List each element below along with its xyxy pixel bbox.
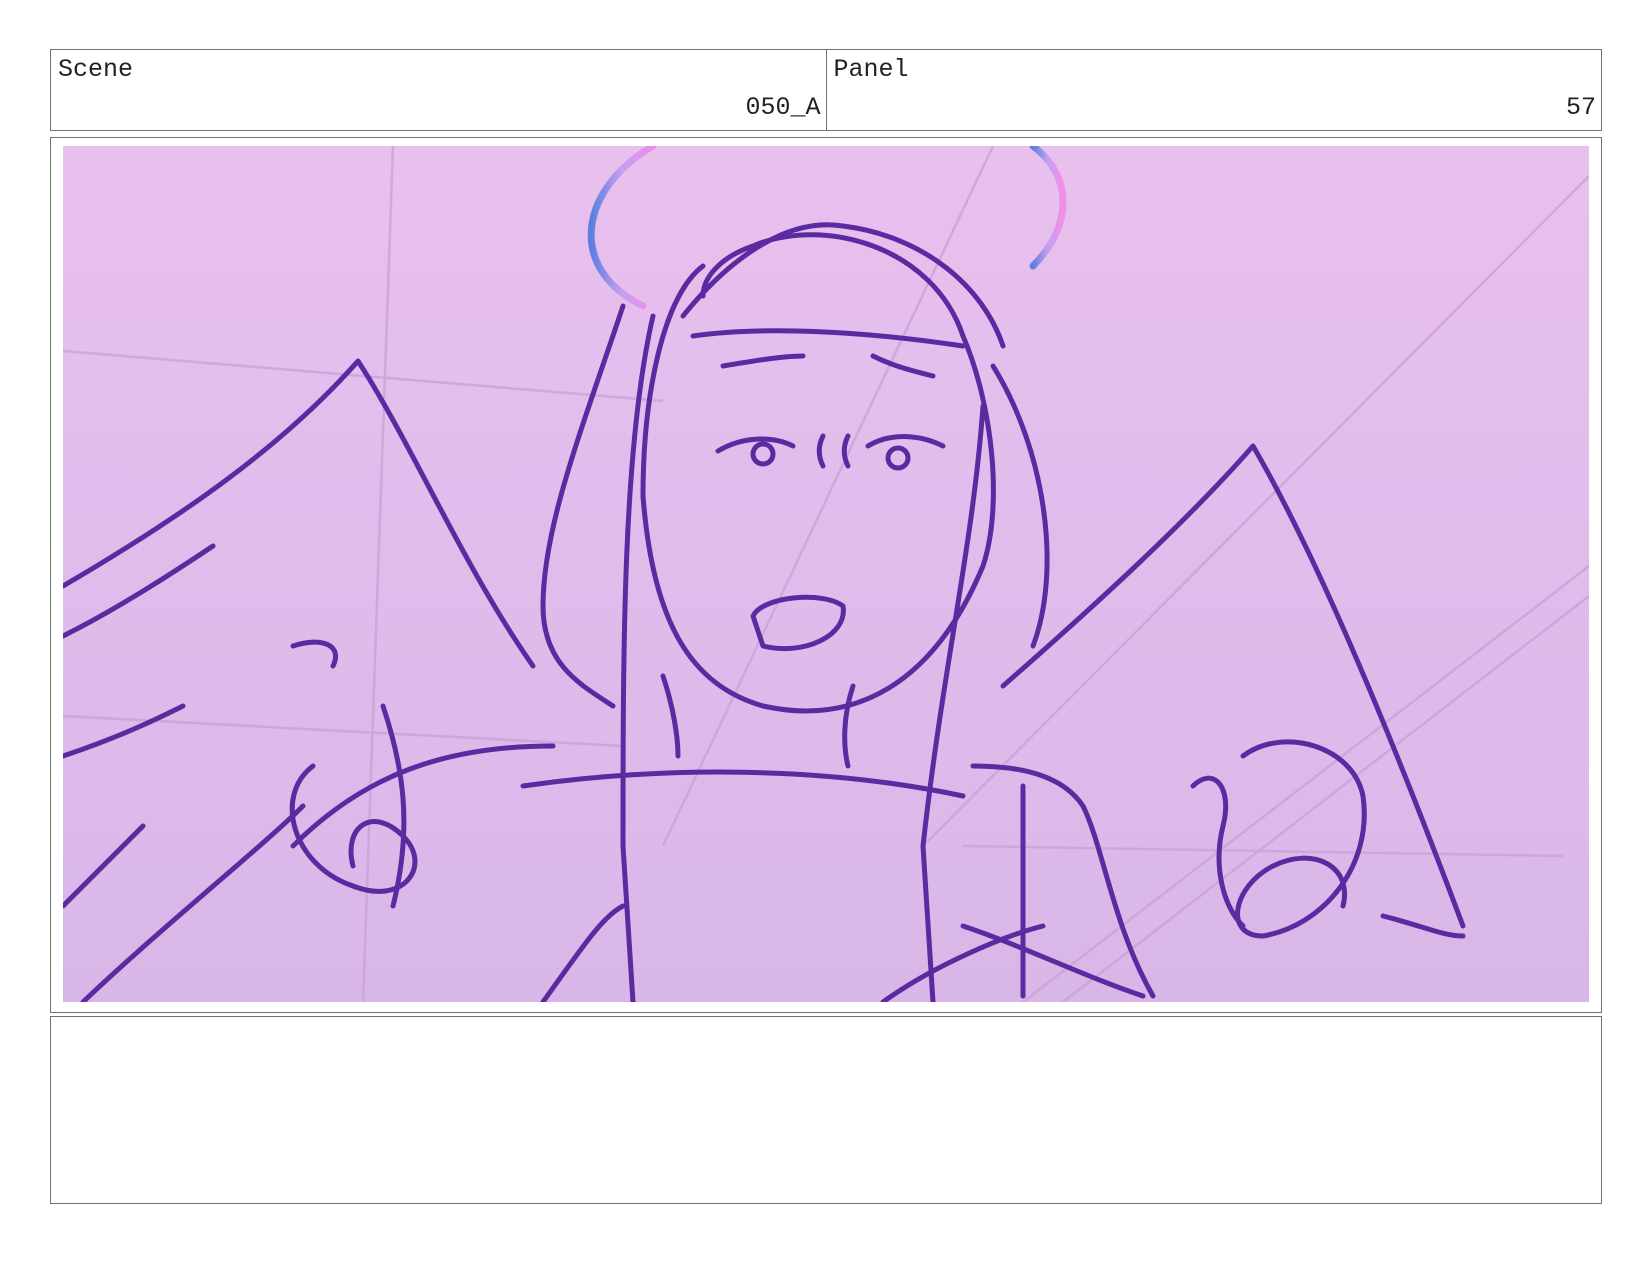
- panel-label: Panel: [833, 55, 909, 84]
- scene-number: 050_A: [745, 93, 821, 122]
- storyboard-header: Scene 050_A Panel 57: [50, 49, 1602, 131]
- panel-cell: Panel 57: [825, 50, 1602, 130]
- sketch-background: [63, 146, 1589, 1002]
- scene-cell: Scene 050_A: [51, 50, 826, 130]
- scene-label: Scene: [58, 55, 134, 84]
- panel-number: 57: [1565, 93, 1596, 122]
- storyboard-drawing: [63, 146, 1589, 1002]
- panel-frame: [50, 137, 1602, 1013]
- notes-box: [50, 1016, 1602, 1204]
